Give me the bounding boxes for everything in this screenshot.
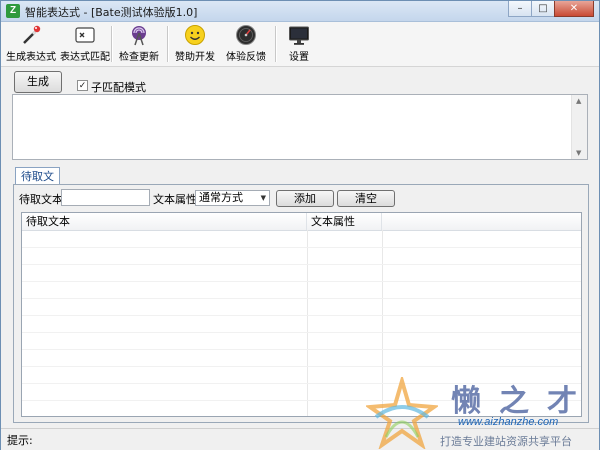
scroll-up-icon[interactable]: ▲	[576, 97, 581, 105]
submatch-checkbox[interactable]: ✓	[77, 80, 88, 91]
text-attr-selected: 通常方式	[199, 191, 243, 204]
gauge-feedback-icon	[236, 25, 256, 45]
toolbar: 生成表达式 表达式匹配 检查更新 赞助开发 体验反馈 设置	[1, 22, 599, 67]
regex-match-icon	[75, 27, 95, 43]
row-gridline	[22, 264, 581, 265]
chevron-down-icon: ▼	[260, 194, 266, 202]
toolbar-label: 体验反馈	[226, 52, 266, 63]
toolbar-sponsor[interactable]: 赞助开发	[175, 24, 215, 63]
row-gridline	[22, 349, 581, 350]
window-title: 智能表达式 - [Bate测试体验版1.0]	[25, 6, 198, 19]
minimize-button[interactable]: –	[508, 1, 532, 17]
title-bar[interactable]: Z 智能表达式 - [Bate测试体验版1.0] – □ ✕	[1, 1, 599, 22]
tab-pending-text[interactable]: 待取文本	[15, 167, 60, 200]
antenna-update-icon	[132, 26, 146, 46]
row-gridline	[22, 315, 581, 316]
toolbar-label: 生成表达式	[6, 52, 56, 63]
toolbar-check-update[interactable]: 检查更新	[119, 24, 159, 63]
maximize-button[interactable]: □	[531, 1, 555, 17]
text-attr-select[interactable]: 通常方式 ▼	[195, 190, 270, 206]
watermark-url: www.aizhanzhe.com	[458, 416, 559, 428]
pending-text-input[interactable]	[61, 189, 150, 206]
toolbar-feedback[interactable]: 体验反馈	[226, 24, 266, 63]
toolbar-separator	[275, 26, 277, 62]
magic-wand-icon	[23, 25, 41, 44]
toolbar-separator	[111, 26, 113, 62]
toolbar-separator	[167, 26, 169, 62]
submatch-label: 子匹配模式	[91, 81, 146, 94]
window-controls: – □ ✕	[508, 1, 594, 17]
column-divider	[307, 230, 308, 416]
status-label: 提示:	[7, 434, 33, 447]
text-attr-label: 文本属性:	[153, 193, 201, 206]
toolbar-generate-expression[interactable]: 生成表达式	[6, 24, 56, 63]
watermark-name: 懒之才	[451, 384, 595, 419]
row-gridline	[22, 332, 581, 333]
add-button[interactable]: 添加	[276, 190, 334, 207]
column-header-empty	[382, 213, 581, 230]
monitor-settings-icon	[289, 26, 309, 45]
column-header-text[interactable]: 待取文本	[22, 213, 307, 230]
site-watermark: 懒之才 www.aizhanzhe.com 打造专业建站资源共享平台	[366, 373, 596, 451]
output-scrollbar[interactable]: ▲ ▼	[571, 95, 587, 159]
toolbar-label: 表达式匹配	[60, 52, 110, 63]
toolbar-label: 赞助开发	[175, 52, 215, 63]
list-header: 待取文本 文本属性	[22, 213, 581, 231]
scroll-down-icon[interactable]: ▼	[576, 149, 581, 157]
clear-button[interactable]: 清空	[337, 190, 395, 207]
star-logo-icon	[366, 377, 438, 449]
toolbar-label: 设置	[289, 52, 309, 63]
app-window: Z 智能表达式 - [Bate测试体验版1.0] – □ ✕ 生成表达式 表达式	[0, 0, 600, 450]
row-gridline	[22, 281, 581, 282]
expression-output-textarea[interactable]: ▲ ▼	[12, 94, 588, 160]
watermark-tagline: 打造专业建站资源共享平台	[440, 435, 572, 448]
row-gridline	[22, 366, 581, 367]
row-gridline	[22, 247, 581, 248]
close-button[interactable]: ✕	[554, 1, 594, 17]
toolbar-settings[interactable]: 设置	[288, 24, 310, 63]
app-logo-icon: Z	[6, 4, 20, 18]
toolbar-label: 检查更新	[119, 52, 159, 63]
row-gridline	[22, 298, 581, 299]
smiley-face-icon	[185, 25, 205, 45]
column-header-attr[interactable]: 文本属性	[307, 213, 382, 230]
toolbar-expression-match[interactable]: 表达式匹配	[60, 24, 110, 63]
generate-button[interactable]: 生成	[14, 71, 62, 93]
text-field-label: 待取文本:	[19, 193, 67, 206]
